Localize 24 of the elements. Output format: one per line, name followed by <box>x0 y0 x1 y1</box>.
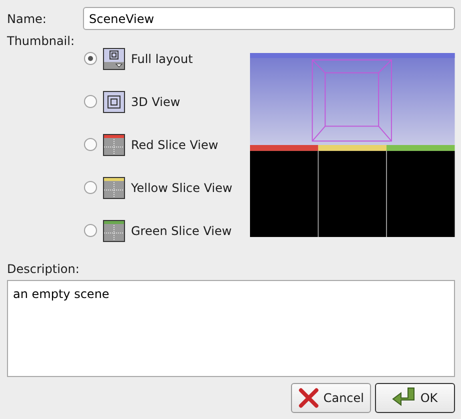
description-field[interactable]: an empty scene <box>7 280 455 377</box>
radio-button[interactable] <box>84 52 97 65</box>
radio-button[interactable] <box>84 181 97 194</box>
slice-view-icon <box>103 220 125 242</box>
radio-button[interactable] <box>84 138 97 151</box>
thumbnail-label: Thumbnail: <box>7 34 76 48</box>
name-field[interactable]: SceneView <box>83 7 455 30</box>
option-label: Full layout <box>131 52 193 66</box>
option-label: Red Slice View <box>131 138 218 152</box>
layout-icon <box>103 48 125 70</box>
option-label: Yellow Slice View <box>131 180 232 194</box>
slice-view-icon <box>103 176 125 198</box>
ok-button[interactable]: OK <box>375 383 455 413</box>
cross-icon <box>298 387 320 409</box>
option-label: 3D View <box>131 94 180 108</box>
name-label: Name: <box>7 12 48 26</box>
description-label: Description: <box>7 262 80 276</box>
slice-view-icon <box>103 134 125 156</box>
radio-button[interactable] <box>84 95 97 108</box>
arrow-icon <box>392 387 416 409</box>
cube-view-icon <box>103 90 125 112</box>
radio-button[interactable] <box>84 224 97 237</box>
cancel-button[interactable]: Cancel <box>291 383 371 413</box>
option-label: Green Slice View <box>131 224 232 238</box>
